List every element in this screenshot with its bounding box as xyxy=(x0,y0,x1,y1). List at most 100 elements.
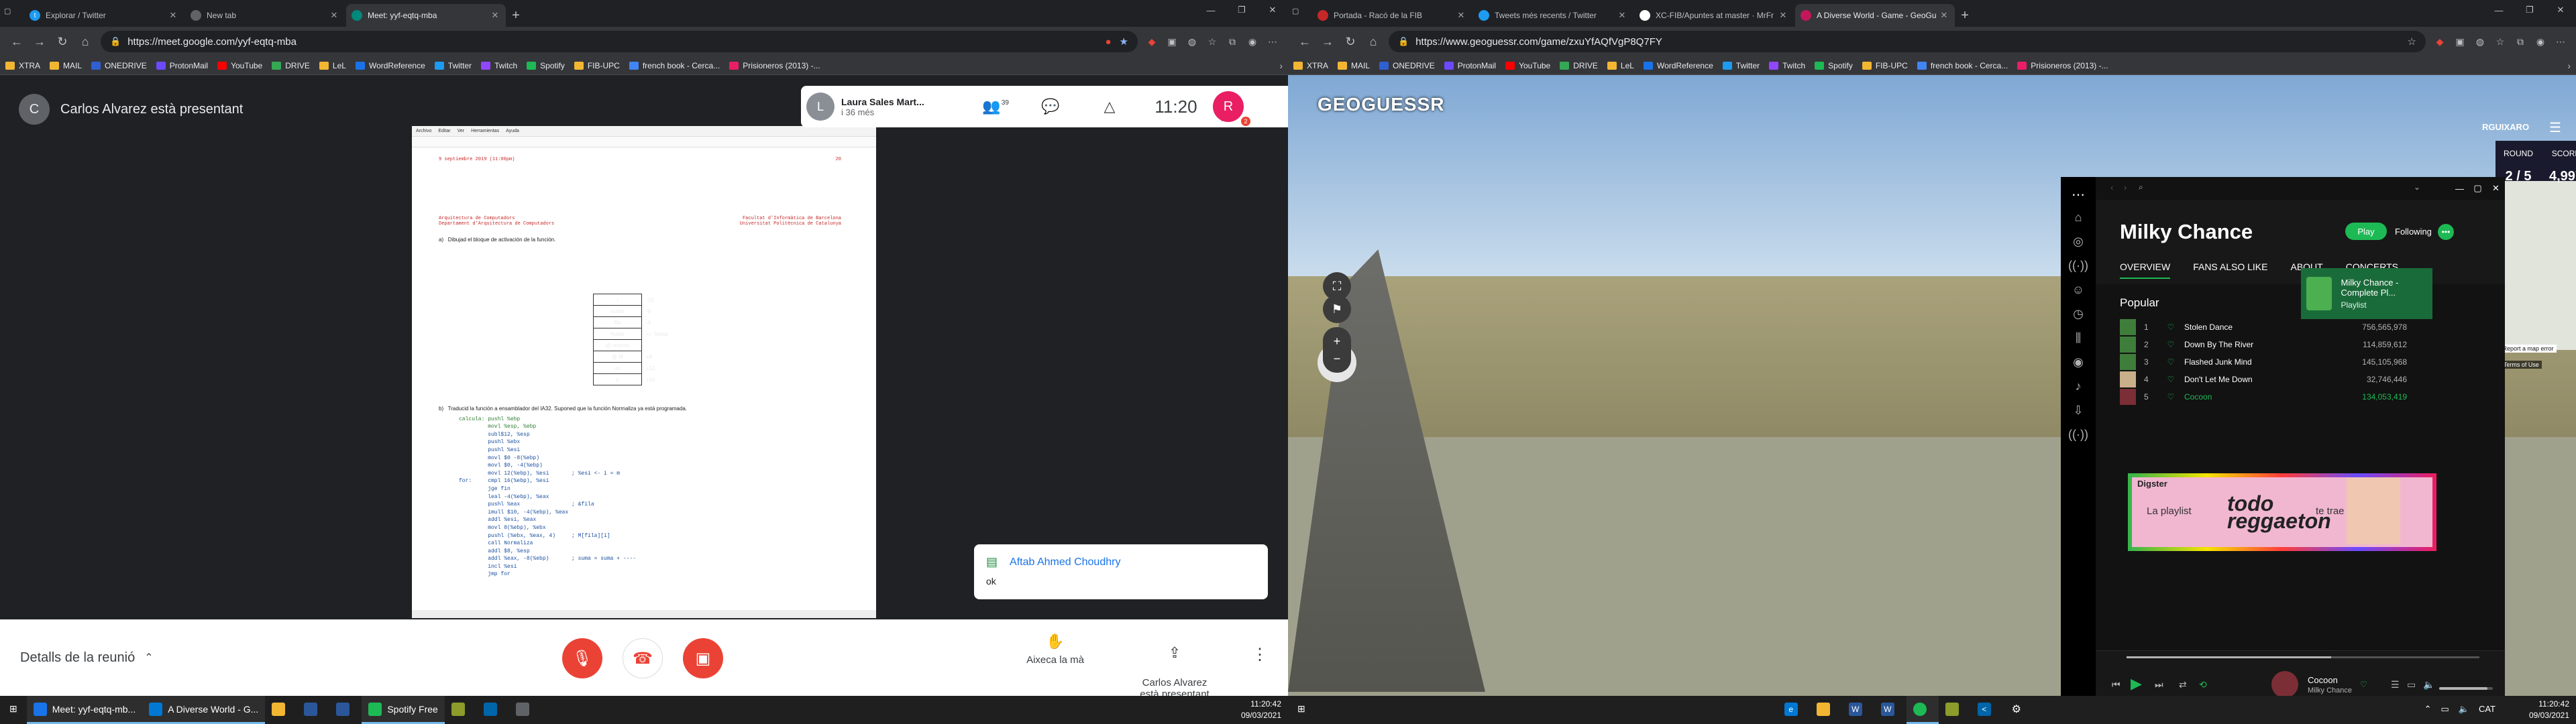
start-button[interactable]: ⊞ xyxy=(1288,696,1315,724)
artist-icon[interactable]: ♪ xyxy=(2070,378,2086,394)
bookmark-item[interactable]: MAIL xyxy=(50,61,82,70)
volume-icon[interactable]: 🔈 xyxy=(2423,679,2434,690)
minimize-icon[interactable]: — xyxy=(2451,177,2469,200)
taskbar-app[interactable] xyxy=(445,696,477,724)
track-row[interactable]: 4 ♡ Don't Let Me Down 32,746,446 xyxy=(2120,370,2407,389)
bookmark-item[interactable]: FIB-UPC xyxy=(1862,61,1908,70)
tab-search-icon[interactable]: ▢ xyxy=(4,7,20,21)
bookmark-item[interactable]: french book - Cerca... xyxy=(629,61,720,70)
close-window-icon[interactable]: ✕ xyxy=(2487,177,2505,200)
bookmark-item[interactable]: ProtonMail xyxy=(1444,61,1496,70)
home-icon[interactable]: ⌂ xyxy=(74,30,97,53)
mic-blocked-icon[interactable]: ● xyxy=(1105,36,1111,48)
taskbar-word[interactable]: W xyxy=(1842,696,1874,724)
heart-icon[interactable]: ♡ xyxy=(2157,340,2184,349)
track-row[interactable]: 5 ♡ Cocoon 134,053,419 xyxy=(2120,387,2407,406)
bookmark-item[interactable]: Prisioneros (2013) -... xyxy=(2017,61,2108,70)
heart-icon[interactable]: ♡ xyxy=(2157,375,2184,384)
more-options-icon[interactable]: ••• xyxy=(2438,224,2454,240)
close-icon[interactable]: ✕ xyxy=(490,10,500,21)
bookmark-item[interactable]: Spotify xyxy=(527,61,565,70)
forward-icon[interactable]: → xyxy=(1316,30,1339,53)
home-icon[interactable]: ⌂ xyxy=(1362,30,1385,53)
close-icon[interactable]: ✕ xyxy=(1939,10,1949,21)
geoguessr-streetview[interactable]: GEOGUESSR RGUIXARO ☰ ROUND 2 / 5 SCORE 4,9… xyxy=(1288,75,2576,696)
bookmark-item[interactable]: ProtonMail xyxy=(156,61,208,70)
back-icon[interactable]: ← xyxy=(5,30,28,53)
bookmark-item[interactable]: DRIVE xyxy=(272,61,310,70)
taskbar-edge[interactable]: e xyxy=(1778,696,1810,724)
extension-icon[interactable]: ◆ xyxy=(1142,32,1162,52)
bookmark-item[interactable]: Twitter xyxy=(434,61,472,70)
following-button[interactable]: Following xyxy=(2395,227,2432,237)
volume-slider[interactable] xyxy=(2439,687,2493,690)
minimize-icon[interactable]: — xyxy=(1195,0,1226,20)
meeting-details-button[interactable]: Detalls de la reunió ⌃ xyxy=(20,650,154,666)
bookmark-item[interactable]: MAIL xyxy=(1338,61,1370,70)
bookmark-item[interactable]: WordReference xyxy=(355,61,425,70)
extension-icon[interactable]: ▣ xyxy=(2450,32,2470,52)
tab-raco[interactable]: Portada - Racó de la FIB ✕ xyxy=(1312,4,1472,27)
zoom-out-icon[interactable]: − xyxy=(1323,345,1351,373)
tab-geoguessr[interactable]: A Diverse World - Game - GeoGu ✕ xyxy=(1795,4,1955,27)
close-icon[interactable]: ✕ xyxy=(1617,10,1627,21)
user-icon[interactable]: ☺ xyxy=(2070,282,2086,298)
address-bar[interactable]: 🔒 https://meet.google.com/yyf-eqtq-mba ●… xyxy=(101,31,1138,52)
taskbar-app[interactable] xyxy=(477,696,509,724)
bookmark-item[interactable]: Spotify xyxy=(1815,61,1853,70)
broadcast-icon[interactable]: ((·)) xyxy=(2068,257,2088,274)
hang-up-button[interactable]: ☎ xyxy=(623,638,663,678)
participant-card[interactable]: L Laura Sales Mart... i 36 més xyxy=(801,86,962,127)
bookmark-star-icon[interactable]: ★ xyxy=(1120,36,1128,48)
bookmark-item[interactable]: LeL xyxy=(1607,61,1634,70)
track-row[interactable]: 2 ♡ Down By The River 114,859,612 xyxy=(2120,335,2407,354)
tab-fans-also-like[interactable]: FANS ALSO LIKE xyxy=(2193,261,2267,279)
tab-twitter[interactable]: t Explorar / Twitter ✕ xyxy=(24,4,184,27)
heart-icon[interactable]: ♡ xyxy=(2360,680,2367,689)
new-tab-button[interactable]: + xyxy=(1955,4,1975,27)
tab-github[interactable]: XC-FIB/Apuntes at master · MrFr ✕ xyxy=(1634,4,1794,27)
extension-icon[interactable]: ☆ xyxy=(1202,32,1222,52)
volume-icon[interactable]: 🔈 xyxy=(2459,704,2469,715)
camera-off-button[interactable]: ▣ xyxy=(683,638,723,678)
recent-icon[interactable]: ◷ xyxy=(2070,306,2086,322)
menu-icon[interactable]: ⋯ xyxy=(2551,32,2571,52)
repeat-icon[interactable]: ⟲ xyxy=(2199,679,2207,690)
bookmark-item[interactable]: Twitch xyxy=(481,61,517,70)
taskbar-settings[interactable]: ⚙ xyxy=(2003,696,2035,724)
taskbar-app[interactable] xyxy=(509,696,541,724)
bookmark-item[interactable]: DRIVE xyxy=(1560,61,1598,70)
heart-icon[interactable]: ♡ xyxy=(2157,322,2184,332)
profile-icon[interactable]: ◉ xyxy=(1242,32,1263,52)
reload-icon[interactable]: ↻ xyxy=(51,30,74,53)
hamburger-menu-icon[interactable]: ☰ xyxy=(2549,119,2561,136)
taskbar-word[interactable]: W xyxy=(1874,696,1907,724)
close-icon[interactable]: ✕ xyxy=(1778,10,1788,21)
radio-icon[interactable]: ◎ xyxy=(2070,233,2086,249)
extension-icon[interactable]: ◍ xyxy=(2470,32,2490,52)
disc-icon[interactable]: ◉ xyxy=(2070,354,2086,370)
chat-icon[interactable]: 💬 xyxy=(1021,98,1080,115)
input-language[interactable]: CAT xyxy=(2479,704,2496,715)
maximize-icon[interactable]: ▢ xyxy=(2469,177,2487,200)
raise-hand-button[interactable]: ✋ Aixeca la mà xyxy=(1018,633,1092,666)
close-icon[interactable]: ✕ xyxy=(1456,10,1466,21)
flag-icon[interactable]: ⚑ xyxy=(1323,295,1351,323)
now-playing-title[interactable]: Cocoon xyxy=(2308,675,2352,685)
taskbar-app[interactable] xyxy=(265,696,297,724)
extension-icon[interactable]: ▣ xyxy=(1162,32,1182,52)
bookmark-star-icon[interactable]: ☆ xyxy=(2408,36,2416,48)
play-icon[interactable]: ▶ xyxy=(2131,675,2142,692)
mic-off-button[interactable]: 🎙 xyxy=(562,638,602,678)
progress-bar[interactable] xyxy=(2127,656,2479,658)
minimize-icon[interactable]: — xyxy=(2483,0,2514,20)
heart-icon[interactable]: ♡ xyxy=(2157,392,2184,402)
bookmark-item[interactable]: YouTube xyxy=(1505,61,1550,70)
network-icon[interactable]: ▭ xyxy=(2440,704,2449,715)
devices-icon[interactable]: ((·)) xyxy=(2068,426,2088,442)
taskbar-app[interactable]: Spotify Free xyxy=(362,696,445,724)
back-arrow-icon[interactable]: ‹ xyxy=(2110,182,2113,192)
more-options-icon[interactable]: ⋮ xyxy=(1252,645,1268,664)
bookmark-item[interactable]: XTRA xyxy=(5,61,40,70)
play-button[interactable]: Play xyxy=(2345,223,2387,240)
